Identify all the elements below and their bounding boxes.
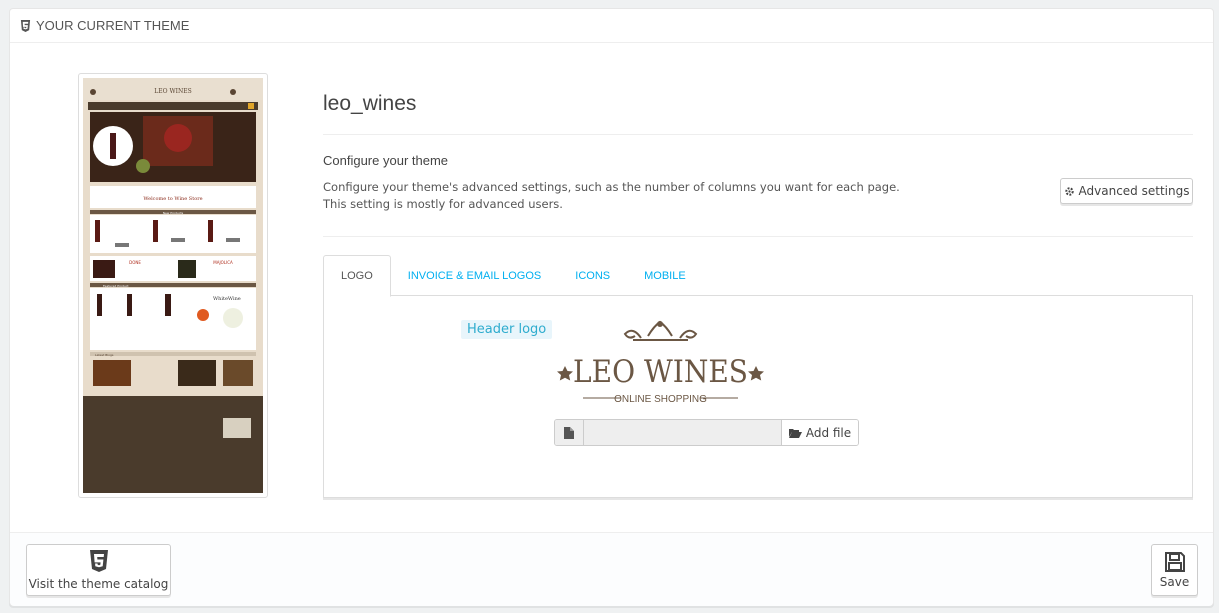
theme-panel: Your current theme LEO WINES Welcome to … [9, 8, 1214, 606]
configure-desc-line1: Configure your theme's advanced settings… [323, 180, 900, 194]
html5-icon [89, 549, 108, 572]
panel-heading: Your current theme [10, 9, 1213, 43]
visit-theme-catalog-label: Visit the theme catalog [28, 576, 169, 591]
header-logo-label: Header logo [461, 320, 553, 339]
panel-title: Your current theme [36, 18, 190, 33]
preview-banner-right: MAJOLICA [213, 260, 233, 265]
theme-name: leo_wines [323, 92, 417, 115]
tab-logo[interactable]: Logo [323, 255, 391, 297]
preview-featured: Featured Product [103, 284, 129, 288]
preview-welcome: Welcome to Wine Store [143, 196, 202, 202]
theme-preview-image: LEO WINES Welcome to Wine Store New Prod… [83, 78, 263, 493]
logo-main-text: LEO WINES [573, 354, 748, 390]
floppy-disk-icon [1164, 552, 1185, 572]
leo-wines-logo: LEO WINES ONLINE SHOPPING [557, 320, 764, 405]
file-upload-group: Add file [554, 419, 859, 446]
advanced-settings-label: Advanced settings [1078, 184, 1190, 198]
logo-sub-text: ONLINE SHOPPING [614, 394, 707, 404]
file-icon [555, 420, 584, 445]
preview-logo: LEO WINES [154, 88, 191, 95]
configure-description: Configure your theme's advanced settings… [323, 179, 1003, 213]
header-logo-image: LEO WINES ONLINE SHOPPING [553, 316, 768, 405]
logo-tabs: Logo Invoice & Email Logos Icons Mobile [323, 255, 1193, 297]
visit-theme-catalog-button[interactable]: Visit the theme catalog [26, 544, 171, 596]
gear-icon [1064, 186, 1074, 196]
panel-footer: Visit the theme catalog Save [10, 532, 1213, 606]
configure-title: Configure your theme [323, 153, 449, 168]
tab-mobile[interactable]: Mobile [627, 255, 703, 296]
preview-drawing: LEO WINES Welcome to Wine Store New Prod… [83, 78, 263, 493]
advanced-settings-button[interactable]: Advanced settings [1060, 178, 1193, 204]
add-file-button[interactable]: Add file [781, 420, 858, 445]
preview-banner-left: DONE [129, 260, 141, 265]
preview-new-products: New Products [163, 211, 184, 215]
save-button[interactable]: Save [1151, 544, 1198, 596]
save-label: Save [1159, 575, 1190, 589]
file-name-input[interactable] [584, 420, 781, 445]
theme-preview-thumbnail: LEO WINES Welcome to Wine Store New Prod… [78, 73, 268, 498]
html5-icon [20, 19, 31, 32]
tab-icons[interactable]: Icons [558, 255, 627, 296]
tab-invoice-email-logos[interactable]: Invoice & Email Logos [391, 255, 558, 296]
add-file-label: Add file [805, 425, 852, 440]
divider [323, 236, 1193, 237]
preview-latest-blogs: Latest Blogs [95, 353, 114, 357]
divider [323, 134, 1193, 135]
folder-open-icon [788, 428, 802, 438]
preview-white-wine: WhiteWine [213, 296, 241, 302]
configure-desc-line2: This setting is mostly for advanced user… [323, 197, 563, 211]
